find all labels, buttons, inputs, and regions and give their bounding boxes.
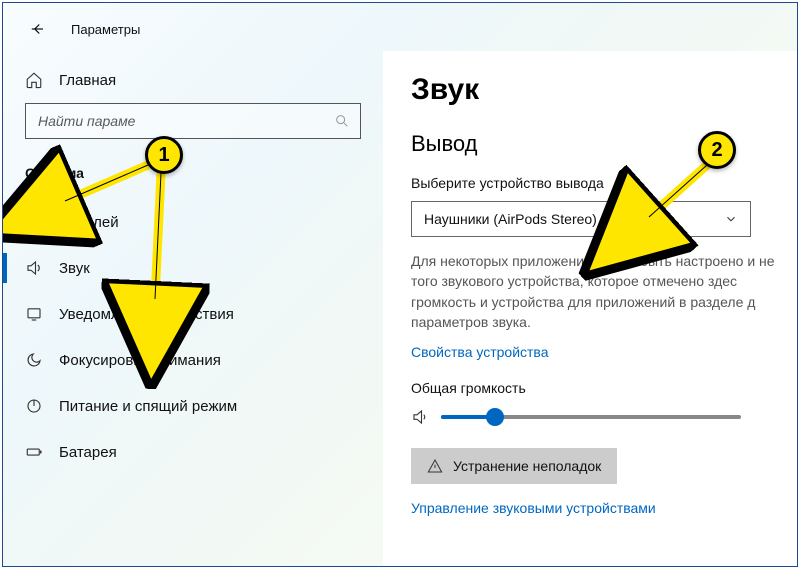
notification-icon xyxy=(25,305,43,323)
sidebar-item-power[interactable]: Питание и спящий режим xyxy=(3,383,383,429)
volume-label: Общая громкость xyxy=(411,380,797,396)
settings-window: Параметры Главная Система xyxy=(2,2,798,567)
sidebar-item-battery[interactable]: Батарея xyxy=(3,429,383,475)
sidebar-home-label: Главная xyxy=(59,72,116,89)
sidebar-item-focus[interactable]: Фокусировка внимания xyxy=(3,337,383,383)
content-pane: Звук Вывод Выберите устройство вывода На… xyxy=(383,51,797,566)
output-description: Для некоторых приложений может быть наст… xyxy=(411,251,791,332)
monitor-icon xyxy=(25,213,43,231)
volume-row xyxy=(411,408,797,426)
output-device-label: Выберите устройство вывода xyxy=(411,175,797,191)
search-wrap xyxy=(3,103,383,157)
manage-devices-link[interactable]: Управление звуковыми устройствами xyxy=(411,500,656,516)
speaker-icon xyxy=(25,259,43,277)
nav-label: Звук xyxy=(59,260,90,277)
sidebar-home[interactable]: Главная xyxy=(3,61,383,103)
moon-icon xyxy=(25,351,43,369)
search-input[interactable] xyxy=(38,113,334,129)
annotation-arrow-2 xyxy=(633,161,723,241)
output-device-value: Наушники (AirPods Stereo) xyxy=(424,211,597,227)
arrow-left-icon xyxy=(28,20,46,38)
sidebar-item-sound[interactable]: Звук xyxy=(3,245,383,291)
sidebar-item-notifications[interactable]: Уведомления и действия xyxy=(3,291,383,337)
header-title: Параметры xyxy=(71,22,140,37)
search-box[interactable] xyxy=(25,103,361,139)
volume-slider[interactable] xyxy=(441,415,741,419)
nav-label: Батарея xyxy=(59,444,117,461)
battery-icon xyxy=(25,443,43,461)
back-button[interactable] xyxy=(23,15,51,43)
annotation-arrow-1b xyxy=(131,171,191,321)
layout: Главная Система Дисплей xyxy=(3,51,797,566)
section-output-title: Вывод xyxy=(411,131,797,157)
nav-label: Питание и спящий режим xyxy=(59,398,237,415)
sidebar: Главная Система Дисплей xyxy=(3,51,383,566)
chevron-down-icon xyxy=(724,212,738,226)
search-icon xyxy=(334,113,350,129)
window-header: Параметры xyxy=(3,3,797,51)
troubleshoot-label: Устранение неполадок xyxy=(453,458,601,474)
power-icon xyxy=(25,397,43,415)
device-properties-link[interactable]: Свойства устройства xyxy=(411,344,549,360)
home-icon xyxy=(25,71,43,89)
annotation-marker-2: 2 xyxy=(698,131,736,169)
troubleshoot-button[interactable]: Устранение неполадок xyxy=(411,448,617,484)
volume-icon xyxy=(411,408,429,426)
warning-icon xyxy=(427,458,443,474)
nav-label: Фокусировка внимания xyxy=(59,352,221,369)
slider-thumb[interactable] xyxy=(486,408,504,426)
annotation-marker-1: 1 xyxy=(145,136,183,174)
page-title: Звук xyxy=(411,73,797,107)
